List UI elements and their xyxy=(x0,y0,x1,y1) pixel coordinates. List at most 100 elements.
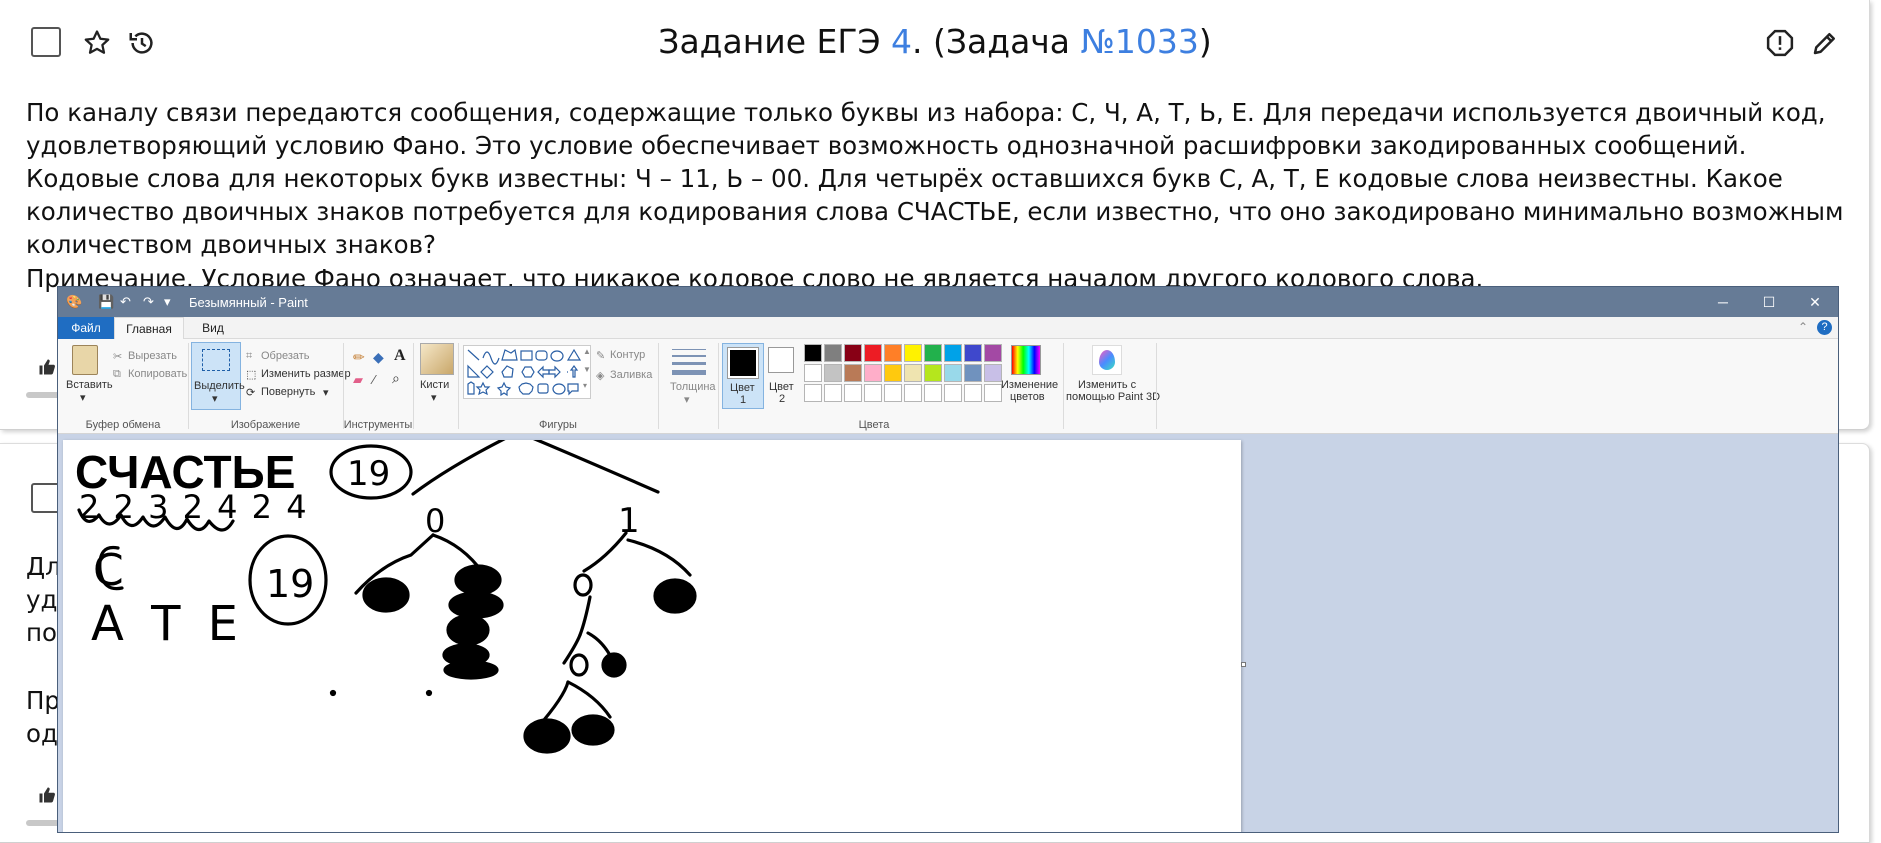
rotate-dropdown-icon[interactable]: ▾ xyxy=(323,386,329,399)
canvas-area[interactable]: СЧАСТЬЕ 2 2 3 2 4 2 4 19 19 С А Т Е 0 1 xyxy=(58,430,1838,832)
palette-swatch[interactable] xyxy=(844,384,862,402)
edit-colors-button-line2[interactable]: цветов xyxy=(1010,391,1045,403)
edit-icon[interactable] xyxy=(1808,26,1842,60)
palette-swatch[interactable] xyxy=(984,384,1002,402)
rotate-icon[interactable]: ⟳ xyxy=(246,386,255,399)
pencil-icon[interactable]: ✏ xyxy=(353,349,365,366)
size-button[interactable]: Толщина xyxy=(670,381,716,393)
palette-swatch[interactable] xyxy=(964,344,982,362)
line-size-icon[interactable] xyxy=(672,349,706,375)
drawing-canvas[interactable]: СЧАСТЬЕ 2 2 3 2 4 2 4 19 19 С А Т Е 0 1 xyxy=(63,430,1241,832)
rotate-button[interactable]: Повернуть xyxy=(261,386,315,398)
crop-button[interactable]: Обрезать xyxy=(261,350,310,362)
palette-swatch[interactable] xyxy=(864,344,882,362)
thumbs-up-icon[interactable] xyxy=(36,784,58,806)
shapes-scroll-down-icon[interactable]: ▼ xyxy=(583,365,591,374)
copy-icon[interactable]: ⧉ xyxy=(113,368,121,381)
tab-file[interactable]: Файл xyxy=(58,317,114,339)
copy-button[interactable]: Копировать xyxy=(128,368,187,380)
palette-swatch[interactable] xyxy=(864,384,882,402)
palette-swatch[interactable] xyxy=(924,364,942,382)
palette-swatch[interactable] xyxy=(844,364,862,382)
close-button[interactable]: ✕ xyxy=(1792,287,1838,317)
crop-icon[interactable]: ⌗ xyxy=(246,350,252,363)
shapes-expand-icon[interactable]: ▾ xyxy=(583,381,587,390)
palette-swatch[interactable] xyxy=(924,384,942,402)
magnifier-icon[interactable]: ⌕ xyxy=(392,370,400,387)
fill-icon[interactable]: ◆ xyxy=(373,349,384,366)
outline-icon[interactable]: ✎ xyxy=(596,349,605,362)
paint3d-icon[interactable] xyxy=(1092,345,1122,375)
canvas-resize-handle[interactable] xyxy=(1241,662,1246,667)
paint-window[interactable]: 🎨 💾 ↶ ↷ ▾ Безымянный - Paint ─ ☐ ✕ Файл … xyxy=(57,286,1839,833)
customize-toolbar-icon[interactable]: ▾ xyxy=(164,294,171,310)
color1-button[interactable]: Цвет 1 xyxy=(722,343,764,409)
fill-shape-button[interactable]: Заливка xyxy=(610,369,652,381)
edit-colors-icon[interactable] xyxy=(1011,345,1041,375)
palette-swatch[interactable] xyxy=(964,384,982,402)
shapes-gallery[interactable] xyxy=(463,345,591,399)
paste-icon[interactable] xyxy=(72,345,98,375)
maximize-button[interactable]: ☐ xyxy=(1746,287,1792,317)
palette-swatch[interactable] xyxy=(924,344,942,362)
exam-task-link[interactable]: 4 xyxy=(891,22,912,61)
select-button[interactable]: Выделить ▾ xyxy=(191,342,245,410)
paint3d-button[interactable]: Изменить с xyxy=(1078,379,1136,391)
edit-colors-button[interactable]: Изменение xyxy=(1001,379,1058,391)
palette-swatch[interactable] xyxy=(944,384,962,402)
outline-button[interactable]: Контур xyxy=(610,349,645,361)
size-dropdown-icon[interactable]: ▾ xyxy=(684,393,690,406)
resize-button[interactable]: Изменить размер xyxy=(261,368,351,380)
paint-titlebar[interactable]: 🎨 💾 ↶ ↷ ▾ Безымянный - Paint ─ ☐ ✕ xyxy=(58,287,1838,317)
palette-swatch[interactable] xyxy=(944,364,962,382)
tab-home[interactable]: Главная xyxy=(114,317,184,340)
palette-swatch[interactable] xyxy=(864,364,882,382)
palette-swatch[interactable] xyxy=(964,364,982,382)
minimize-button[interactable]: ─ xyxy=(1700,287,1746,317)
color-picker-icon[interactable]: ⁄ xyxy=(373,372,375,387)
palette-swatch[interactable] xyxy=(804,364,822,382)
cut-icon[interactable]: ✂ xyxy=(113,350,122,363)
fill-shape-icon[interactable]: ◈ xyxy=(596,369,604,382)
text-icon[interactable]: A xyxy=(394,347,406,365)
color2-label[interactable]: Цвет xyxy=(769,381,794,393)
palette-swatch[interactable] xyxy=(804,344,822,362)
undo-icon[interactable]: ↶ xyxy=(120,294,131,310)
shapes-scroll-up-icon[interactable]: ▲ xyxy=(583,347,591,356)
save-icon[interactable]: 💾 xyxy=(98,294,114,310)
paint3d-button-line2[interactable]: помощью Paint 3D xyxy=(1066,391,1160,403)
palette-swatch[interactable] xyxy=(884,364,902,382)
redo-icon[interactable]: ↷ xyxy=(143,294,154,310)
palette-swatch[interactable] xyxy=(824,384,842,402)
palette-swatch[interactable] xyxy=(904,344,922,362)
palette-swatch[interactable] xyxy=(824,364,842,382)
eraser-icon[interactable]: ▰ xyxy=(353,372,363,388)
brushes-dropdown-icon[interactable]: ▾ xyxy=(431,391,437,404)
report-icon[interactable] xyxy=(1763,26,1797,60)
cut-button[interactable]: Вырезать xyxy=(128,350,177,362)
help-icon[interactable]: ? xyxy=(1817,320,1832,335)
problem-number-link[interactable]: №1033 xyxy=(1081,22,1199,61)
paste-button[interactable]: Вставить xyxy=(66,379,113,391)
palette-swatch[interactable] xyxy=(884,384,902,402)
palette-swatch[interactable] xyxy=(844,344,862,362)
resize-icon[interactable]: ⬚ xyxy=(246,368,256,381)
ribbon-separator xyxy=(718,343,719,429)
paste-dropdown-icon[interactable]: ▾ xyxy=(80,391,86,404)
palette-swatch[interactable] xyxy=(944,344,962,362)
tab-view[interactable]: Вид xyxy=(188,317,238,339)
brushes-icon[interactable] xyxy=(420,343,454,375)
palette-swatch[interactable] xyxy=(804,384,822,402)
collapse-ribbon-icon[interactable]: ⌃ xyxy=(1798,320,1808,334)
thumbs-up-icon[interactable] xyxy=(36,356,58,378)
palette-swatch[interactable] xyxy=(984,364,1002,382)
color2-swatch[interactable] xyxy=(768,347,794,373)
palette-swatch[interactable] xyxy=(904,384,922,402)
ribbon-tabs: Файл Главная Вид ⌃ ? xyxy=(58,317,1838,340)
palette-swatch[interactable] xyxy=(824,344,842,362)
color1-number: 1 xyxy=(740,394,747,406)
palette-swatch[interactable] xyxy=(904,364,922,382)
palette-swatch[interactable] xyxy=(884,344,902,362)
palette-swatch[interactable] xyxy=(984,344,1002,362)
brushes-button[interactable]: Кисти xyxy=(420,379,449,391)
